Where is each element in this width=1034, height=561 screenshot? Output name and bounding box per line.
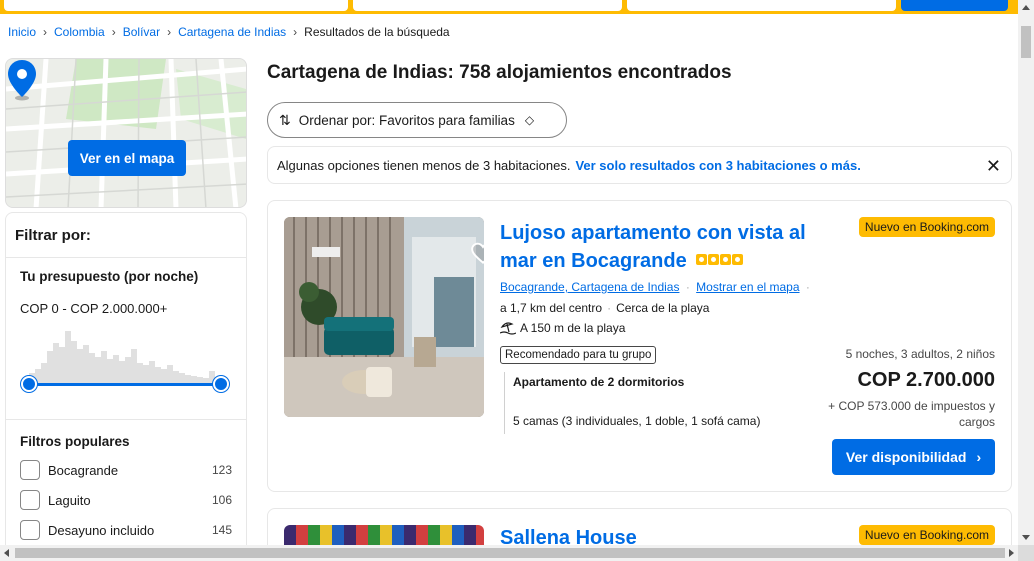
see-availability-label: Ver disponibilidad [845,449,967,465]
filter-label: Bocagrande [48,462,119,478]
breadcrumb-cartagena[interactable]: Cartagena de Indias [178,25,286,39]
star-icon [696,254,708,265]
divider [6,419,246,420]
filters-panel: Filtrar por: Tu presupuesto (por noche) … [5,212,247,557]
filter-laguito[interactable]: Laguito 106 [20,489,232,511]
budget-max-handle[interactable] [213,376,229,392]
horizontal-scrollbar[interactable] [0,545,1018,561]
divider [6,257,246,258]
guests-field[interactable] [627,0,896,11]
search-button[interactable] [901,0,1008,11]
beach-distance-text: A 150 m de la playa [520,321,626,335]
price: COP 2.700.000 [857,369,995,391]
notice-link[interactable]: Ver solo resultados con 3 habitaciones o… [575,158,860,173]
popular-filters-title: Filtros populares [20,434,130,449]
breadcrumb-bolivar[interactable]: Bolívar [123,25,160,39]
breadcrumb-current: Resultados de la búsqueda [304,25,450,39]
filters-title: Filtrar por: [15,227,91,244]
property-title[interactable]: Lujoso apartamento con vista al mar en B… [500,219,820,275]
checkbox[interactable] [20,460,40,480]
stay-summary: 5 noches, 3 adultos, 2 niños [845,347,995,361]
beach-icon [500,322,516,335]
location-link[interactable]: Bocagrande, Cartagena de Indias [500,280,679,294]
show-map-button[interactable]: Ver en el mapa [68,140,186,176]
checkbox[interactable] [20,520,40,540]
new-badge: Nuevo en Booking.com [858,217,995,237]
property-title-text[interactable]: Lujoso apartamento con vista al mar en B… [500,222,806,272]
star-icon [732,254,744,265]
beach-near: Cerca de la playa [616,301,710,315]
beds-info: 5 camas (3 individuales, 1 doble, 1 sofá… [513,414,761,428]
scroll-down-icon[interactable] [1022,535,1030,540]
checkbox[interactable] [20,490,40,510]
chevron-right-icon: › [43,25,48,39]
vertical-scrollbar[interactable] [1018,0,1034,545]
budget-slider-track[interactable] [29,383,221,386]
dates-field[interactable] [353,0,622,11]
scroll-up-icon[interactable] [1022,5,1030,10]
budget-title: Tu presupuesto (por noche) [20,269,199,284]
property-photo[interactable] [284,217,484,417]
map-streets [6,59,246,207]
filter-count: 106 [211,493,232,507]
location-pin-icon [8,60,36,101]
heart-icon[interactable] [470,241,484,267]
budget-range: COP 0 - COP 2.000.000+ [20,301,168,316]
scroll-right-icon[interactable] [1009,549,1014,557]
separator: · [607,301,612,315]
search-bar [0,0,1018,14]
star-rating [696,254,744,265]
map-preview[interactable]: Ver en el mapa [5,58,247,208]
chevron-up-down-icon: ◇ [524,113,535,127]
close-icon[interactable]: ✕ [986,156,1001,177]
breadcrumb-inicio[interactable]: Inicio [8,25,36,39]
scroll-thumb[interactable] [15,548,1005,558]
scrollbar-corner [1018,545,1034,561]
scroll-thumb[interactable] [1021,26,1031,58]
recommended-badge: Recomendado para tu grupo [500,346,657,364]
separator: · [805,280,810,294]
show-on-map-link[interactable]: Mostrar en el mapa [696,280,799,294]
property-location: Bocagrande, Cartagena de Indias · Mostra… [500,280,813,294]
separator: · [685,280,690,294]
taxes: + COP 573.000 de impuestos y cargos [828,399,995,429]
star-icon [720,254,732,265]
filter-label: Laguito [48,492,91,508]
destination-field[interactable] [4,0,348,11]
property-card: Lujoso apartamento con vista al mar en B… [267,200,1012,492]
results-heading: Cartagena de Indias: 758 alojamientos en… [267,62,732,83]
breadcrumb-colombia[interactable]: Colombia [54,25,105,39]
chevron-right-icon: › [976,449,982,465]
unit-info: Apartamento de 2 dormitorios 5 camas (3 … [504,372,760,434]
unit-name: Apartamento de 2 dormitorios [513,375,685,389]
sort-arrows-icon: ⇅ [279,111,291,128]
star-icon [708,254,720,265]
sort-label: Ordenar por: Favoritos para familias [298,112,515,128]
chevron-right-icon: › [293,25,298,39]
budget-min-handle[interactable] [21,376,37,392]
see-availability-button[interactable]: Ver disponibilidad › [832,439,995,475]
new-badge: Nuevo en Booking.com [858,525,995,545]
property-image [284,217,484,417]
price-block: 5 noches, 3 adultos, 2 niños COP 2.700.0… [825,347,995,430]
filter-count: 123 [211,463,232,477]
filter-desayuno[interactable]: Desayuno incluido 145 [20,519,232,541]
filter-label: Desayuno incluido [48,522,155,538]
distance-info: a 1,7 km del centro · Cerca de la playa [500,301,709,315]
price-histogram [29,331,221,383]
chevron-right-icon: › [111,25,116,39]
beach-distance: A 150 m de la playa [500,321,625,335]
scroll-left-icon[interactable] [4,549,9,557]
distance-center: a 1,7 km del centro [500,301,603,315]
breadcrumb: Inicio › Colombia › Bolívar › Cartagena … [8,25,450,39]
chevron-right-icon: › [167,25,172,39]
rooms-notice: Algunas opciones tienen menos de 3 habit… [267,146,1012,184]
notice-text: Algunas opciones tienen menos de 3 habit… [277,157,571,173]
sort-dropdown[interactable]: ⇅ Ordenar por: Favoritos para familias ◇ [267,102,567,138]
filter-bocagrande[interactable]: Bocagrande 123 [20,459,232,481]
filter-count: 145 [211,523,232,537]
